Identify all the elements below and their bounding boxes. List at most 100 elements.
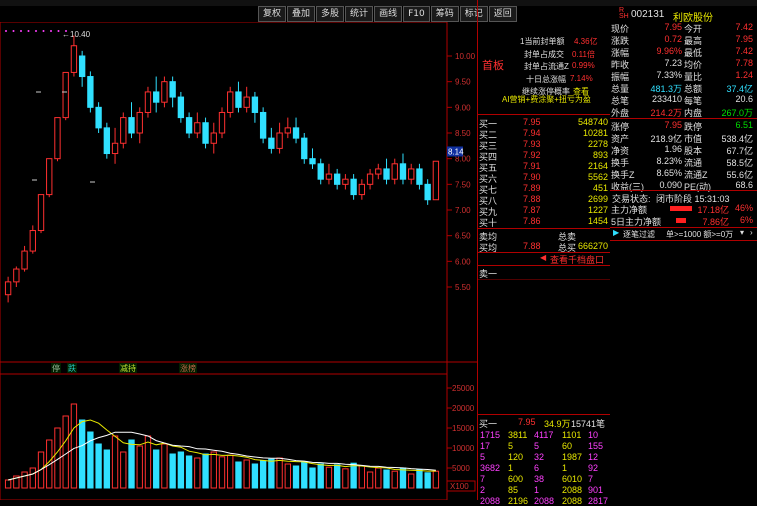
tick-filter-tab[interactable]: 逐笔过滤 bbox=[623, 229, 655, 240]
volume-bar bbox=[194, 457, 201, 489]
bid-price: 7.89 bbox=[523, 183, 541, 193]
info-label: 封单占流通Z bbox=[524, 62, 569, 71]
candle-body bbox=[169, 81, 176, 98]
volume-bar bbox=[111, 435, 119, 489]
queue-cell: 3811 bbox=[508, 430, 528, 440]
event-label-bg bbox=[51, 363, 61, 373]
bid-price: 7.93 bbox=[523, 139, 541, 149]
quote-value: 7.95 bbox=[664, 22, 682, 32]
candle-body bbox=[350, 178, 357, 196]
queue-cell: 901 bbox=[588, 485, 604, 495]
candle-body bbox=[416, 168, 423, 185]
avg-buy-value: 7.88 bbox=[523, 241, 541, 251]
play-icon[interactable]: ▶ bbox=[613, 228, 619, 237]
queue-cell: 1987 bbox=[562, 452, 583, 462]
candle-body bbox=[111, 142, 119, 155]
volume-bar bbox=[432, 470, 440, 489]
stat-value: 8.23% bbox=[656, 156, 682, 166]
toolbar-button[interactable]: 统计 bbox=[345, 6, 374, 22]
toolbar-button[interactable]: 画线 bbox=[374, 6, 403, 22]
tick-filter-value[interactable]: 单>=1000 额>=0万 bbox=[666, 229, 733, 240]
candle-body bbox=[13, 268, 20, 283]
marker-dot bbox=[35, 30, 37, 32]
queue-cell: 2088 bbox=[562, 496, 583, 506]
bid-price: 7.90 bbox=[523, 172, 541, 182]
volume-bar bbox=[350, 462, 357, 489]
queue-cell: 17 bbox=[480, 441, 491, 451]
price-tick-label: 6.00 bbox=[455, 257, 471, 266]
volume-bar bbox=[153, 449, 160, 489]
quote-table: 现价 7.95 今开 7.42 涨跌 0.72 最高 7.95 涨幅 9.96% 最低 7.42 昨收 7… bbox=[610, 22, 757, 118]
price-tick-label: 6.50 bbox=[455, 232, 471, 241]
volume-bar bbox=[169, 453, 176, 489]
marker-dot bbox=[42, 30, 45, 32]
candle-body bbox=[375, 168, 382, 175]
volume-bar bbox=[259, 460, 267, 489]
volume-bar bbox=[128, 439, 135, 489]
candle-body bbox=[218, 111, 226, 134]
candle-body bbox=[243, 96, 250, 108]
queue-cell: 120 bbox=[508, 452, 524, 462]
volume-bar bbox=[70, 403, 78, 489]
volume-bar bbox=[185, 455, 193, 489]
flow-bar bbox=[676, 218, 686, 223]
candle-body bbox=[227, 91, 234, 113]
info-value: 7.14% bbox=[570, 74, 593, 83]
volume-bar bbox=[342, 468, 349, 489]
marker-dot bbox=[12, 30, 15, 32]
stat-value: 1.96 bbox=[664, 144, 682, 154]
chevron-right-icon[interactable]: › bbox=[750, 228, 753, 237]
tick-filter-bar: ▶ 逐笔过滤 单>=1000 额>=0万 ▾ › bbox=[610, 227, 757, 241]
volume-bar bbox=[29, 467, 36, 489]
candle-body bbox=[309, 158, 316, 165]
toolbar-button[interactable]: 筹码 bbox=[430, 6, 459, 22]
event-label-bg bbox=[179, 363, 197, 373]
toolbar-button[interactable]: F10 bbox=[403, 6, 430, 22]
info-value: 0.99% bbox=[572, 61, 595, 70]
order-book: 买一 7.95 548740 买二 7.94 10281 买三 7.93 2278 买四 7.92 8… bbox=[478, 114, 610, 506]
toolbar-button[interactable]: 叠加 bbox=[287, 6, 316, 22]
volume-bar bbox=[218, 456, 226, 489]
quote-value: 7.23 bbox=[664, 58, 682, 68]
candle-body bbox=[259, 111, 267, 139]
price-tick-label: 9.00 bbox=[455, 103, 471, 112]
queue-buy-label: 买一 bbox=[479, 419, 498, 429]
info-label: 1当前封单额 bbox=[520, 37, 565, 46]
marker-dot bbox=[27, 30, 30, 32]
marker-dot bbox=[57, 30, 60, 32]
volume-bar bbox=[120, 451, 127, 489]
board-label: 首板 bbox=[482, 60, 504, 72]
quote-value: 1.24 bbox=[735, 70, 753, 80]
candle-body bbox=[128, 117, 135, 134]
bid-qty: 5562 bbox=[587, 172, 608, 182]
candle-body bbox=[78, 55, 86, 78]
volume-bar bbox=[408, 473, 415, 489]
quote-header: R SH 002131 利欧股份 bbox=[610, 7, 757, 24]
volume-bar bbox=[383, 469, 390, 489]
candle-body bbox=[432, 160, 440, 201]
price-tick-label: 7.50 bbox=[455, 180, 471, 189]
queue-cell: 2088 bbox=[480, 496, 501, 506]
candle-body bbox=[37, 194, 45, 232]
queue-cell: 2817 bbox=[588, 496, 609, 506]
queue-cell: 1 bbox=[562, 463, 568, 473]
candle-body bbox=[29, 230, 36, 252]
toolbar-button[interactable]: 复权 bbox=[258, 6, 287, 22]
volume-unit: X100 bbox=[450, 482, 469, 491]
info-value: 4.36亿 bbox=[574, 37, 598, 46]
toolbar-button[interactable]: 标记 bbox=[459, 6, 488, 22]
candle-body bbox=[194, 122, 201, 134]
chevron-down-icon[interactable]: ▾ bbox=[740, 228, 744, 237]
volume-bar bbox=[235, 461, 242, 489]
candle-body bbox=[95, 106, 102, 129]
candle-body bbox=[153, 91, 160, 103]
candle-body bbox=[325, 173, 333, 180]
toolbar-button[interactable]: 多股 bbox=[316, 6, 345, 22]
candle-body bbox=[383, 168, 390, 180]
bid-price: 7.94 bbox=[523, 128, 541, 138]
high-marker: ←10.40 bbox=[62, 30, 91, 39]
candle-body bbox=[62, 71, 69, 119]
kline-chart[interactable]: 10.00 9.50 9.00 8.50 8.00 7.50 7.00 6.50 6.00 5.5… bbox=[0, 21, 477, 501]
toolbar-button[interactable]: 返回 bbox=[488, 6, 517, 22]
volume-bar bbox=[375, 467, 382, 489]
